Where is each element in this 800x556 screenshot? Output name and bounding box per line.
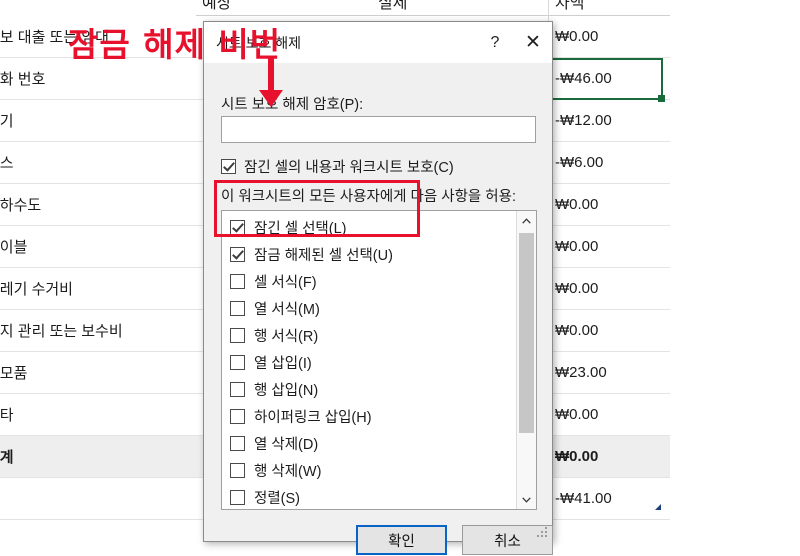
permission-list-item[interactable]: 셀 서식(F) [222,268,516,295]
permissions-listbox[interactable]: 잠긴 셀 선택(L) 잠금 해제된 셀 선택(U) 셀 서식(F) 열 서식(M) 행 … [221,210,537,510]
spreadsheet-column-difference: 차액 ₩0.00 -₩46.00 -₩12.00 -₩6.00 ₩0.00 ₩0.00 ₩0.… [548,0,670,556]
checkbox-icon[interactable] [230,490,245,505]
checkbox-icon[interactable] [230,328,245,343]
chevron-up-icon [522,217,531,224]
spreadsheet-cell[interactable]: 상하수도 [0,184,196,226]
column-header: 예상 [196,0,372,16]
spreadsheet-column-empty [670,0,800,556]
permission-list-item[interactable]: 하이퍼링크 삽입(H) [222,403,516,430]
checkbox-icon[interactable] [230,409,245,424]
checkbox-icon[interactable] [221,159,236,174]
spreadsheet-column-item: 담보 대출 또는 임대전화 번호전기가스상하수도케이블쓰레기 수거비유지 관리 … [0,0,196,556]
dialog-body: 시트 보호 해제 암호(P): 잠긴 셀의 내용과 워크시트 보호(C) 이 워… [204,63,553,555]
permission-label: 열 삽입(I) [254,356,312,372]
permission-label: 하이퍼링크 삽입(H) [254,410,372,426]
scroll-down-icon[interactable] [517,490,536,509]
spreadsheet-cell[interactable]: 기타 [0,394,196,436]
spreadsheet-cell[interactable]: ₩0.00 [548,310,670,352]
spreadsheet-cell[interactable]: -₩46.00 [548,58,670,100]
permission-label: 셀 서식(F) [254,275,317,291]
permission-label: 행 삽입(N) [254,383,319,399]
spreadsheet-cell[interactable]: 소계 [0,436,196,478]
permission-label: 열 서식(M) [254,302,320,318]
permission-label: 행 서식(R) [254,329,319,345]
annotation-arrow [259,57,283,107]
spreadsheet-cell[interactable]: 쓰레기 수거비 [0,268,196,310]
protect-worksheet-label: 잠긴 셀의 내용과 워크시트 보호(C) [244,160,454,176]
permission-list-item[interactable]: 행 삭제(W) [222,457,516,484]
permission-label: 행 삭제(W) [254,464,322,480]
scrollbar-thumb[interactable] [519,233,534,433]
checkbox-icon[interactable] [230,301,245,316]
permission-list-item[interactable]: 행 삽입(N) [222,376,516,403]
spreadsheet-cell[interactable]: 전기 [0,100,196,142]
permission-label: 잠금 해제된 셀 선택(U) [254,248,393,264]
spreadsheet-cell[interactable] [0,478,196,520]
permission-list-item[interactable]: 정렬(S) [222,484,516,509]
spreadsheet-cell[interactable]: -₩41.00 [548,478,670,520]
spreadsheet-cell[interactable]: ₩0.00 [548,184,670,226]
annotation-highlight-box [214,180,420,237]
scroll-up-icon[interactable] [517,211,536,230]
permission-list-item[interactable]: 열 서식(M) [222,295,516,322]
screenshot-root: 담보 대출 또는 임대전화 번호전기가스상하수도케이블쓰레기 수거비유지 관리 … [0,0,800,556]
spreadsheet-cell[interactable]: ₩0.00 [548,16,670,58]
password-input[interactable] [221,116,536,143]
spreadsheet-cell[interactable]: 가스 [0,142,196,184]
column-header: 실제 [372,0,548,16]
annotation-headline: 잠금 해제 비번 [68,25,282,64]
permission-label: 정렬(S) [254,491,301,507]
checkbox-icon[interactable] [230,247,245,262]
permissions-scrollbar[interactable] [516,211,536,509]
ok-button[interactable]: 확인 [356,525,447,555]
protect-worksheet-checkbox[interactable]: 잠긴 셀의 내용과 워크시트 보호(C) [221,156,454,177]
permission-list-item[interactable]: 잠금 해제된 셀 선택(U) [222,241,516,268]
cell-comment-marker [655,504,661,510]
resize-grip[interactable] [537,527,548,538]
checkbox-icon[interactable] [230,382,245,397]
close-icon[interactable]: ✕ [514,22,552,63]
spreadsheet-cell[interactable]: ₩23.00 [548,352,670,394]
permission-list-item[interactable]: 열 삽입(I) [222,349,516,376]
checkbox-icon[interactable] [230,274,245,289]
password-label: 시트 보호 해제 암호(P): [221,97,364,113]
spreadsheet-cell[interactable]: 유지 관리 또는 보수비 [0,310,196,352]
help-icon[interactable]: ? [476,22,514,63]
permission-list-item[interactable]: 열 삭제(D) [222,430,516,457]
checkbox-icon[interactable] [230,463,245,478]
permission-list-item[interactable]: 행 서식(R) [222,322,516,349]
spreadsheet-cell[interactable]: -₩6.00 [548,142,670,184]
checkbox-icon[interactable] [230,436,245,451]
spreadsheet-cell[interactable]: 소모품 [0,352,196,394]
spreadsheet-cell[interactable]: 케이블 [0,226,196,268]
permission-label: 열 삭제(D) [254,437,319,453]
checkbox-icon[interactable] [230,355,245,370]
chevron-down-icon [522,496,531,503]
spreadsheet-cell[interactable]: ₩0.00 [548,436,670,478]
spreadsheet-cell[interactable]: ₩0.00 [548,394,670,436]
permissions-list: 잠긴 셀 선택(L) 잠금 해제된 셀 선택(U) 셀 서식(F) 열 서식(M) 행 … [222,214,516,509]
spreadsheet-cell[interactable]: ₩0.00 [548,268,670,310]
column-header: 차액 [548,0,670,16]
spreadsheet-cell[interactable]: ₩0.00 [548,226,670,268]
spreadsheet-cell[interactable]: -₩12.00 [548,100,670,142]
unprotect-sheet-dialog: 시트 보호 해제 ? ✕ 시트 보호 해제 암호(P): 잠긴 셀의 내용과 워… [203,21,553,555]
